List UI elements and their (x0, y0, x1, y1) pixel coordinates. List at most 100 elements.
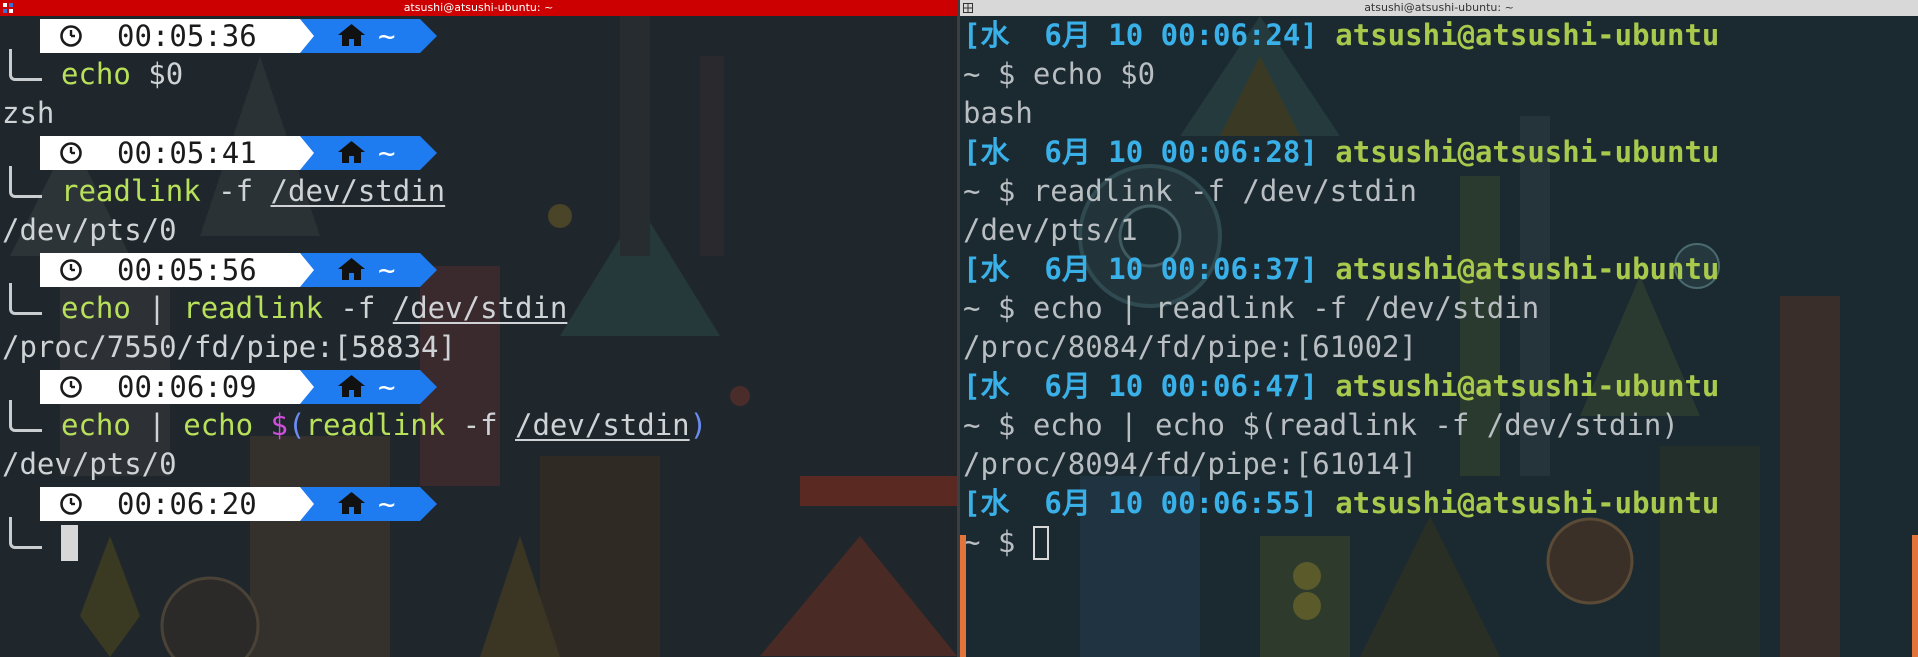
prompt-user-host: atsushi@atsushi-ubuntu (1335, 252, 1720, 286)
zsh-window-title: atsushi@atsushi-ubuntu: ~ (403, 1, 554, 14)
prompt-time: 00:06:20 (117, 487, 257, 521)
prompt-directory: ~ (378, 19, 396, 53)
bash-prompt-header: [水 6月 10 00:06:28] atsushi@atsushi-ubunt… (960, 133, 1918, 172)
prompt-user-host: atsushi@atsushi-ubuntu (1335, 486, 1720, 520)
prompt-time-segment: 00:05:56 (40, 253, 300, 287)
home-icon (338, 258, 365, 280)
prompt-user-host: atsushi@atsushi-ubuntu (1335, 135, 1720, 169)
prompt-time: 00:06:09 (117, 370, 257, 404)
prompt-time-segment-arrow (300, 19, 314, 53)
zsh-command-line[interactable] (0, 517, 957, 562)
prompt-directory: ~ (378, 487, 396, 521)
prompt-time: 00:05:41 (117, 136, 257, 170)
zsh-terminal-output[interactable]: 00:05:36 ~ echo $0 zsh 00:05:41 ~ readlink -f … (0, 16, 957, 562)
zsh-command-line[interactable]: echo | echo $(readlink -f /dev/stdin) (0, 400, 957, 445)
command-output: /proc/8094/fd/pipe:[61014] (960, 445, 1918, 484)
zsh-command-line[interactable]: readlink -f /dev/stdin (0, 166, 957, 211)
command-token: echo (183, 408, 254, 442)
prompt-user-host: atsushi@atsushi-ubuntu (1335, 18, 1720, 52)
command-token: $ (270, 408, 289, 442)
prompt-date: [水 6月 10 00:06:24] (963, 18, 1318, 52)
prompt-separator (1318, 133, 1335, 172)
command-output-text: bash (963, 96, 1033, 130)
command-text: echo | echo $(readlink -f /dev/stdin) (1032, 408, 1679, 442)
prompt-date: [水 6月 10 00:06:37] (963, 252, 1318, 286)
tile-layout-icon[interactable] (963, 3, 973, 13)
clock-icon (60, 25, 82, 47)
prompt-time-segment: 00:05:36 (40, 19, 300, 53)
zsh-command-line[interactable]: echo $0 (0, 49, 957, 94)
command-token: -f (322, 291, 393, 325)
command-token: | (130, 408, 184, 442)
prompt-date: [水 6月 10 00:06:55] (963, 486, 1318, 520)
command-output: /dev/pts/0 (0, 445, 957, 484)
command-token (253, 406, 270, 445)
prompt-connector (9, 517, 42, 549)
clock-icon (60, 259, 82, 281)
command-token: readlink (183, 291, 323, 325)
prompt-directory: ~ (378, 370, 396, 404)
command-token: readlink (61, 174, 201, 208)
prompt-time-segment: 00:06:09 (40, 370, 300, 404)
command-token: echo (61, 408, 131, 442)
prompt-directory: ~ (378, 136, 396, 170)
command-output: /proc/8084/fd/pipe:[61002] (960, 328, 1918, 367)
zsh-prompt: 00:05:36 ~ (0, 16, 957, 55)
desktop-screen: atsushi@atsushi-ubuntu: ~ 00:05:36 ~ echo … (0, 0, 1918, 657)
prompt-date: [水 6月 10 00:06:47] (963, 369, 1318, 403)
terminal-cursor (1032, 525, 1049, 560)
prompt-time: 00:05:36 (117, 19, 257, 53)
command-output-text: /proc/8084/fd/pipe:[61002] (963, 330, 1417, 364)
bash-prompt-header: [水 6月 10 00:06:24] atsushi@atsushi-ubunt… (960, 16, 1918, 55)
command-token: echo (61, 291, 131, 325)
prompt-home-segment-arrow (420, 19, 437, 53)
command-output-text: /dev/pts/1 (963, 213, 1138, 247)
command-output: zsh (0, 94, 957, 133)
prompt-connector (9, 400, 42, 432)
command-output: /dev/pts/1 (960, 211, 1918, 250)
prompt-separator (1318, 250, 1335, 289)
bash-command-line[interactable]: ~ $ echo $0 (960, 55, 1918, 94)
command-token: ( (288, 408, 306, 442)
command-output-text: /dev/pts/0 (2, 213, 177, 247)
prompt-connector (9, 49, 42, 81)
clock-icon (60, 142, 82, 164)
zsh-prompt: 00:06:20 ~ (0, 484, 957, 523)
bash-prompt-header: [水 6月 10 00:06:47] atsushi@atsushi-ubunt… (960, 367, 1918, 406)
command-output-text: /proc/7550/fd/pipe:[58834] (2, 330, 456, 364)
bash-command-line[interactable]: ~ $ echo | readlink -f /dev/stdin (960, 289, 1918, 328)
prompt-separator (1318, 367, 1335, 406)
prompt-user-host: atsushi@atsushi-ubuntu (1335, 369, 1720, 403)
prompt-time-segment-arrow (300, 253, 314, 287)
command-token: ) (689, 408, 708, 442)
prompt-symbol: ~ $ (963, 174, 1033, 208)
command-token: $0 (130, 57, 184, 91)
bash-terminal-pane[interactable]: atsushi@atsushi-ubuntu: ~ [水 6月 10 00:06… (960, 0, 1918, 657)
bash-command-line[interactable]: ~ $ echo | echo $(readlink -f /dev/stdin… (960, 406, 1918, 445)
zsh-window-titlebar[interactable]: atsushi@atsushi-ubuntu: ~ (0, 0, 957, 16)
prompt-separator (1318, 16, 1335, 55)
bash-command-line[interactable]: ~ $ (960, 523, 1918, 562)
prompt-home-segment-arrow (420, 136, 437, 170)
zsh-command-line[interactable]: echo | readlink -f /dev/stdin (0, 283, 957, 328)
command-token: /dev/stdin (392, 291, 568, 325)
home-icon (338, 24, 365, 46)
prompt-time-segment-arrow (300, 370, 314, 404)
prompt-connector (9, 283, 42, 315)
prompt-home-segment-arrow (420, 487, 437, 521)
bash-command-line[interactable]: ~ $ readlink -f /dev/stdin (960, 172, 1918, 211)
bash-terminal-output[interactable]: [水 6月 10 00:06:24] atsushi@atsushi-ubunt… (960, 16, 1918, 562)
prompt-symbol: ~ $ (963, 291, 1033, 325)
command-text: readlink -f /dev/stdin (1032, 174, 1417, 208)
terminal-app-icon[interactable] (3, 3, 13, 13)
bash-window-titlebar[interactable]: atsushi@atsushi-ubuntu: ~ (960, 0, 1918, 16)
command-token: -f (200, 174, 271, 208)
prompt-time-segment-arrow (300, 487, 314, 521)
prompt-directory: ~ (378, 253, 396, 287)
zsh-terminal-pane[interactable]: atsushi@atsushi-ubuntu: ~ 00:05:36 ~ echo … (0, 0, 957, 657)
command-token: | (130, 291, 184, 325)
home-icon (338, 375, 365, 397)
bash-prompt-header: [水 6月 10 00:06:37] atsushi@atsushi-ubunt… (960, 250, 1918, 289)
wallpaper-edge-accent (1912, 535, 1918, 657)
command-token: readlink (305, 408, 446, 442)
